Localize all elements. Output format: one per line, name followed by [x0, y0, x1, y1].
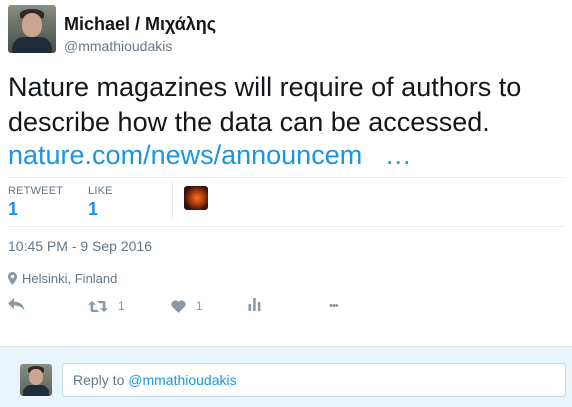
retweet-button[interactable]: 1	[88, 299, 125, 313]
stats-separator	[172, 182, 173, 220]
tweet-timestamp[interactable]: 10:45 PM - 9 Sep 2016	[8, 238, 152, 254]
current-user-avatar	[20, 364, 52, 396]
reply-placeholder-prefix: Reply to	[73, 372, 125, 388]
author-avatar[interactable]	[8, 5, 56, 53]
tweet-location[interactable]: Helsinki, Finland	[8, 271, 117, 286]
tweet-actions: 1 1 •••	[0, 294, 572, 318]
author-name[interactable]: Michael / Μιχάλης	[64, 14, 216, 35]
retweet-stat-count[interactable]: 1	[8, 199, 18, 220]
reply-icon	[8, 298, 25, 311]
retweet-icon	[88, 300, 108, 312]
like-stat-count[interactable]: 1	[88, 199, 98, 220]
reply-button[interactable]	[8, 298, 25, 311]
tweet-text: Nature magazines will require of authors…	[8, 72, 522, 137]
tweet-link[interactable]: nature.com/news/announcem …	[8, 140, 412, 171]
like-action-count: 1	[196, 299, 203, 313]
more-icon: •••	[329, 300, 339, 312]
tweet-link-text[interactable]: nature.com/news/announcem	[8, 140, 362, 170]
stats-top-divider	[8, 177, 564, 178]
location-pin-icon	[8, 272, 17, 285]
heart-icon	[171, 299, 186, 313]
location-text[interactable]: Helsinki, Finland	[22, 271, 117, 286]
reply-input[interactable]: Reply to @mmathioudakis	[62, 363, 566, 397]
liker-avatar[interactable]	[184, 186, 208, 210]
author-handle[interactable]: @mmathioudakis	[64, 38, 172, 54]
more-button[interactable]: •••	[329, 300, 339, 312]
like-stat-label: LIKE	[88, 185, 113, 197]
tweet-link-ellipsis[interactable]: …	[385, 140, 412, 170]
analytics-button[interactable]	[248, 298, 261, 311]
reply-placeholder-mention: @mmathioudakis	[128, 372, 237, 388]
stats-bottom-divider	[8, 226, 564, 227]
retweet-action-count: 1	[118, 299, 125, 313]
analytics-icon	[248, 298, 261, 311]
retweet-stat-label: RETWEET	[8, 185, 64, 197]
like-button[interactable]: 1	[171, 299, 203, 313]
